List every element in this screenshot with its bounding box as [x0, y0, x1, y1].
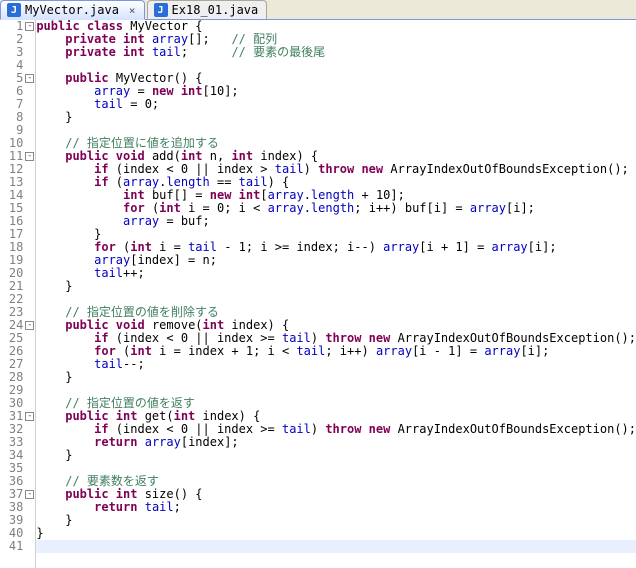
code-line[interactable]: } [36, 280, 636, 293]
line-number: 41 [0, 540, 35, 553]
code-line[interactable]: array = buf; [36, 215, 636, 228]
editor-tab-bar: J MyVector.java × J Ex18_01.java [0, 0, 636, 20]
code-line[interactable]: } [36, 514, 636, 527]
code-line[interactable]: tail++; [36, 267, 636, 280]
tab-label: Ex18_01.java [172, 3, 259, 17]
code-line[interactable]: } [36, 371, 636, 384]
code-line[interactable]: } [36, 111, 636, 124]
fold-toggle-icon[interactable]: - [25, 74, 34, 83]
code-line[interactable] [36, 540, 636, 553]
tab-ex18-01[interactable]: J Ex18_01.java [147, 0, 268, 19]
code-line[interactable]: tail--; [36, 358, 636, 371]
code-line[interactable]: return array[index]; [36, 436, 636, 449]
code-line[interactable]: tail = 0; [36, 98, 636, 111]
code-area[interactable]: public class MyVector { private int arra… [36, 20, 636, 568]
close-icon[interactable]: × [129, 4, 136, 17]
line-gutter: 1-2345-67891011-121314151617181920212223… [0, 20, 36, 568]
fold-toggle-icon[interactable]: - [25, 490, 34, 499]
editor: 1-2345-67891011-121314151617181920212223… [0, 20, 636, 568]
code-line[interactable]: } [36, 449, 636, 462]
code-line[interactable]: } [36, 527, 636, 540]
code-line[interactable]: return tail; [36, 501, 636, 514]
code-line[interactable]: private int tail; // 要素の最後尾 [36, 46, 636, 59]
java-file-icon: J [154, 3, 168, 17]
tab-label: MyVector.java [25, 3, 119, 17]
java-file-icon: J [7, 3, 21, 17]
fold-toggle-icon[interactable]: - [25, 412, 34, 421]
fold-toggle-icon[interactable]: - [25, 152, 34, 161]
fold-toggle-icon[interactable]: - [25, 22, 34, 31]
tab-myvector[interactable]: J MyVector.java × [0, 0, 145, 20]
fold-toggle-icon[interactable]: - [25, 321, 34, 330]
